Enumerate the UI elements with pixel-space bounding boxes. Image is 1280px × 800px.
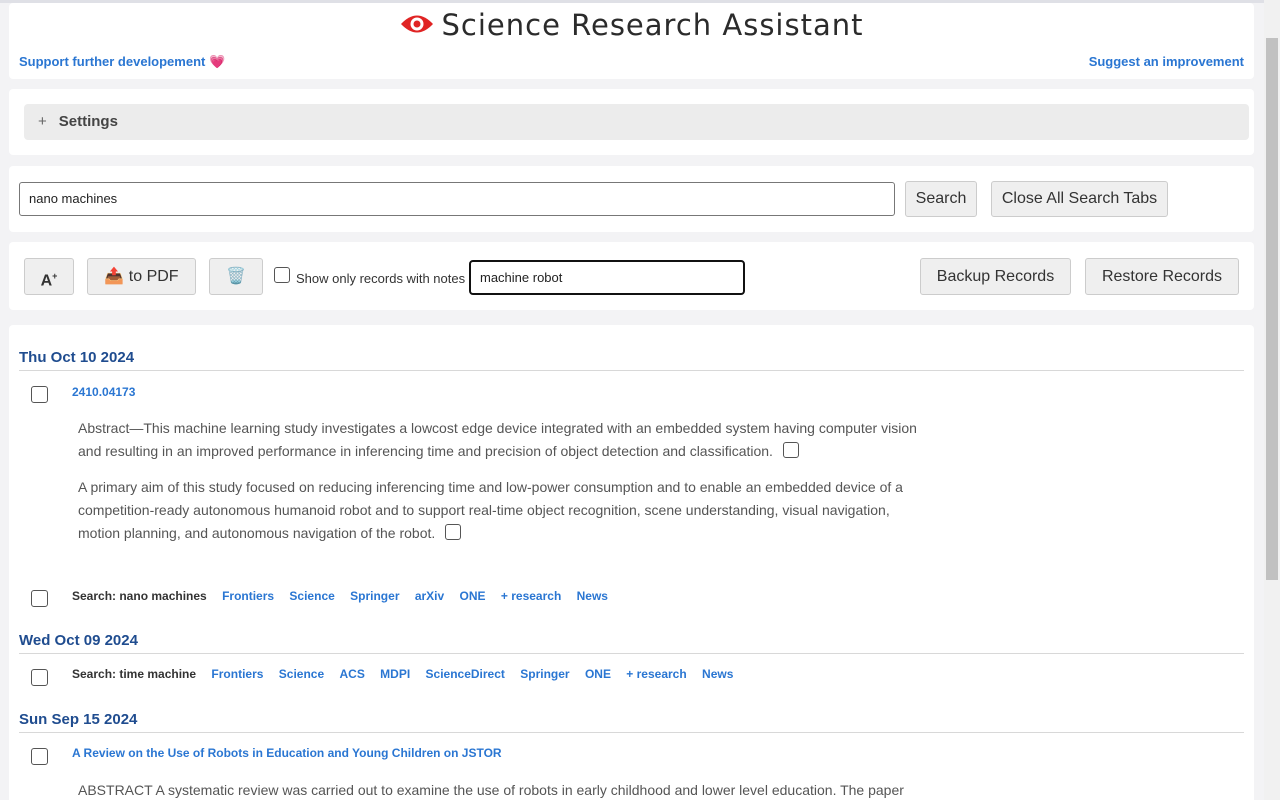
record-abstract-paragraph: Abstract—This machine learning study inv… <box>78 417 928 463</box>
font-size-icon: A <box>40 272 53 290</box>
trash-icon: 🗑️ <box>226 268 246 285</box>
source-link-science[interactable]: Science <box>279 667 324 681</box>
source-link-frontiers[interactable]: Frontiers <box>211 667 263 681</box>
paragraph-text: ABSTRACT A systematic review was carried… <box>78 782 904 798</box>
toolbar-card: A+ 📤 to PDF 🗑️ Show only records with no… <box>9 242 1254 310</box>
delete-button[interactable]: 🗑️ <box>209 258 263 295</box>
paragraph-text: A primary aim of this study focused on r… <box>78 479 903 541</box>
page: Science Research Assistant Support furth… <box>0 0 1264 800</box>
close-all-search-tabs-button[interactable]: Close All Search Tabs <box>991 181 1168 217</box>
date-heading: Sun Sep 15 2024 <box>19 711 1244 733</box>
source-link-arxiv[interactable]: arXiv <box>415 589 444 603</box>
records-card: Thu Oct 10 2024 2410.04173 Abstract—This… <box>9 325 1254 800</box>
notes-only-checkbox[interactable] <box>274 267 290 283</box>
search-record-checkbox[interactable] <box>31 590 48 607</box>
record-abstract-paragraph: ABSTRACT A systematic review was carried… <box>78 779 928 800</box>
source-link-more-research[interactable]: + research <box>501 589 561 603</box>
restore-records-button[interactable]: Restore Records <box>1085 258 1239 295</box>
source-link-more-research[interactable]: + research <box>626 667 686 681</box>
source-link-one[interactable]: ONE <box>585 667 611 681</box>
settings-card: + Settings <box>9 89 1254 155</box>
records-filter-input[interactable]: machine robot <box>469 260 745 295</box>
source-link-acs[interactable]: ACS <box>339 667 364 681</box>
search-record-line: Search: time machine Frontiers Science A… <box>72 667 733 681</box>
search-button[interactable]: Search <box>905 181 977 217</box>
header-card: Science Research Assistant Support furth… <box>9 3 1254 79</box>
app-title: Science Research Assistant <box>9 8 1254 42</box>
search-label: Search: time machine <box>72 667 197 681</box>
record-checkbox[interactable] <box>31 386 48 403</box>
search-input[interactable]: nano machines <box>19 182 895 216</box>
eye-logo-icon <box>400 15 433 33</box>
search-record-line: Search: nano machines Frontiers Science … <box>72 589 608 603</box>
scrollbar-thumb[interactable] <box>1266 38 1278 580</box>
source-link-news[interactable]: News <box>577 589 608 603</box>
app-title-text: Science Research Assistant <box>441 8 864 42</box>
date-heading: Thu Oct 10 2024 <box>19 349 1244 371</box>
source-link-mdpi[interactable]: MDPI <box>380 667 410 681</box>
expand-plus-icon: + <box>38 113 47 130</box>
source-link-springer[interactable]: Springer <box>520 667 569 681</box>
source-link-springer[interactable]: Springer <box>350 589 399 603</box>
page-scrollbar[interactable] <box>1264 0 1280 800</box>
suggest-improvement-link[interactable]: Suggest an improvement <box>1089 54 1244 69</box>
increase-font-button[interactable]: A+ <box>24 258 74 295</box>
source-link-one[interactable]: ONE <box>460 589 486 603</box>
notes-only-label: Show only records with notes <box>296 271 466 286</box>
search-card: nano machines Search Close All Search Ta… <box>9 166 1254 232</box>
source-link-science[interactable]: Science <box>289 589 334 603</box>
paragraph-note-checkbox[interactable] <box>782 442 799 459</box>
source-link-news[interactable]: News <box>702 667 733 681</box>
settings-label: Settings <box>58 113 118 130</box>
support-link[interactable]: Support further developement 💗 <box>19 54 225 70</box>
record-link[interactable]: A Review on the Use of Robots in Educati… <box>72 746 502 760</box>
search-record-checkbox[interactable] <box>31 669 48 686</box>
backup-records-button[interactable]: Backup Records <box>920 258 1071 295</box>
date-heading: Wed Oct 09 2024 <box>19 632 1244 654</box>
settings-toggle[interactable]: + Settings <box>24 104 1249 140</box>
record-checkbox[interactable] <box>31 748 48 765</box>
search-label: Search: nano machines <box>72 589 207 603</box>
source-link-frontiers[interactable]: Frontiers <box>222 589 274 603</box>
paragraph-note-checkbox[interactable] <box>445 524 462 541</box>
record-abstract-paragraph: A primary aim of this study focused on r… <box>78 476 928 545</box>
source-link-sciencedirect[interactable]: ScienceDirect <box>426 667 505 681</box>
record-link[interactable]: 2410.04173 <box>72 385 135 399</box>
export-pdf-button[interactable]: 📤 to PDF <box>87 258 196 295</box>
